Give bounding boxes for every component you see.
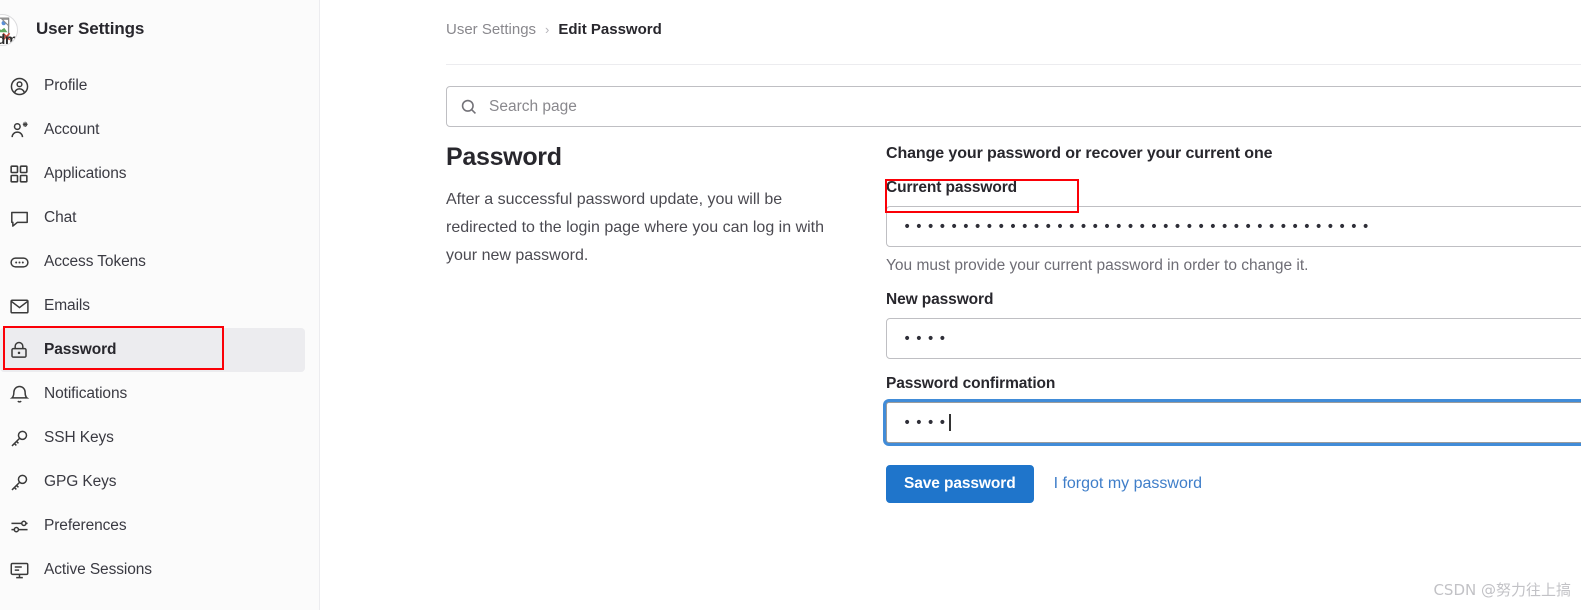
breadcrumb-user-settings[interactable]: User Settings: [446, 21, 536, 38]
user-gear-icon: [8, 119, 30, 141]
sidebar-item-label: SSH Keys: [44, 429, 114, 446]
sidebar-item-label: Chat: [44, 209, 77, 226]
speech-bubble-icon: [8, 207, 30, 229]
field-new-password: New password ••••: [886, 291, 1581, 359]
sidebar-item-emails[interactable]: Emails: [0, 284, 305, 328]
envelope-icon: [8, 295, 30, 317]
watermark: CSDN @努力往上搞: [1433, 581, 1571, 599]
sidebar-item-label: Account: [44, 121, 100, 138]
breadcrumb: User Settings › Edit Password: [320, 0, 1581, 38]
sidebar-item-account[interactable]: Account: [0, 108, 305, 152]
bell-icon: [8, 383, 30, 405]
sidebar-header: Adm User Settings: [0, 0, 319, 58]
settings-content: Password After a successful password upd…: [446, 143, 1581, 610]
current-password-help: You must provide your current password i…: [886, 257, 1309, 274]
sidebar: Adm User Settings Profile: [0, 0, 320, 610]
search-input[interactable]: Search page: [446, 86, 1581, 127]
user-settings-page: Adm User Settings Profile: [0, 0, 1581, 610]
field-current-password: Current password •••••••••••••••••••••••…: [885, 179, 1581, 275]
sidebar-item-profile[interactable]: Profile: [0, 64, 305, 108]
lock-icon: [8, 339, 30, 361]
sidebar-item-label: Notifications: [44, 385, 128, 402]
password-confirmation-input[interactable]: ••••: [886, 402, 1581, 443]
sidebar-item-gpg-keys[interactable]: GPG Keys: [0, 460, 305, 504]
current-password-label: Current password: [886, 179, 1018, 196]
sidebar-item-chat[interactable]: Chat: [0, 196, 305, 240]
text-cursor: [949, 414, 951, 431]
sidebar-nav: Profile Account Applications Chat Access…: [0, 64, 319, 592]
password-confirmation-value: ••••: [903, 415, 951, 430]
sidebar-item-label: GPG Keys: [44, 473, 117, 490]
form-actions: Save password I forgot my password: [886, 465, 1581, 503]
search-icon: [460, 98, 478, 116]
sidebar-item-preferences[interactable]: Preferences: [0, 504, 305, 548]
avatar[interactable]: Adm: [0, 14, 18, 46]
new-password-value: ••••: [903, 331, 951, 346]
sidebar-title: User Settings: [36, 19, 145, 38]
sidebar-item-active-sessions[interactable]: Active Sessions: [0, 548, 305, 592]
header-divider: [446, 64, 1581, 65]
sidebar-item-ssh-keys[interactable]: SSH Keys: [0, 416, 305, 460]
search-page-container: Search page: [446, 86, 1581, 127]
sidebar-item-password[interactable]: Password: [0, 328, 305, 372]
sidebar-item-label: Preferences: [44, 517, 127, 534]
main-content: User Settings › Edit Password Search pag…: [320, 0, 1581, 610]
sidebar-item-label: Emails: [44, 297, 90, 314]
password-form-column: Change your password or recover your cur…: [885, 143, 1581, 610]
breadcrumb-edit-password: Edit Password: [558, 21, 662, 38]
sliders-icon: [8, 515, 30, 537]
search-placeholder: Search page: [489, 97, 577, 115]
monitor-icon: [8, 559, 30, 581]
key-icon: [8, 471, 30, 493]
grid-squares-icon: [8, 163, 30, 185]
current-password-value: ••••••••••••••••••••••••••••••••••••••••: [903, 219, 1374, 234]
new-password-label: New password: [886, 291, 994, 308]
password-confirmation-label: Password confirmation: [886, 375, 1056, 392]
token-oval-icon: [8, 251, 30, 273]
sidebar-item-label: Active Sessions: [44, 561, 152, 578]
breadcrumb-separator: ›: [545, 22, 550, 37]
sidebar-item-label: Profile: [44, 77, 88, 94]
save-password-button[interactable]: Save password: [886, 465, 1034, 503]
sidebar-item-applications[interactable]: Applications: [0, 152, 305, 196]
new-password-input[interactable]: ••••: [886, 318, 1581, 359]
sidebar-item-label: Password: [44, 341, 117, 358]
user-circle-icon: [8, 75, 30, 97]
field-password-confirmation: Password confirmation ••••: [886, 375, 1581, 443]
form-heading: Change your password or recover your cur…: [886, 145, 1273, 162]
sidebar-item-label: Applications: [44, 165, 127, 182]
key-icon: [8, 427, 30, 449]
forgot-password-link[interactable]: I forgot my password: [1054, 475, 1203, 493]
sidebar-item-notifications[interactable]: Notifications: [0, 372, 305, 416]
page-description: After a successful password update, you …: [446, 191, 825, 264]
avatar-alt-text: Adm: [0, 31, 18, 46]
current-password-input[interactable]: ••••••••••••••••••••••••••••••••••••••••: [886, 206, 1581, 247]
settings-description-column: Password After a successful password upd…: [446, 143, 886, 610]
page-title: Password: [446, 143, 562, 171]
sidebar-item-label: Access Tokens: [44, 253, 146, 270]
sidebar-item-access-tokens[interactable]: Access Tokens: [0, 240, 305, 284]
